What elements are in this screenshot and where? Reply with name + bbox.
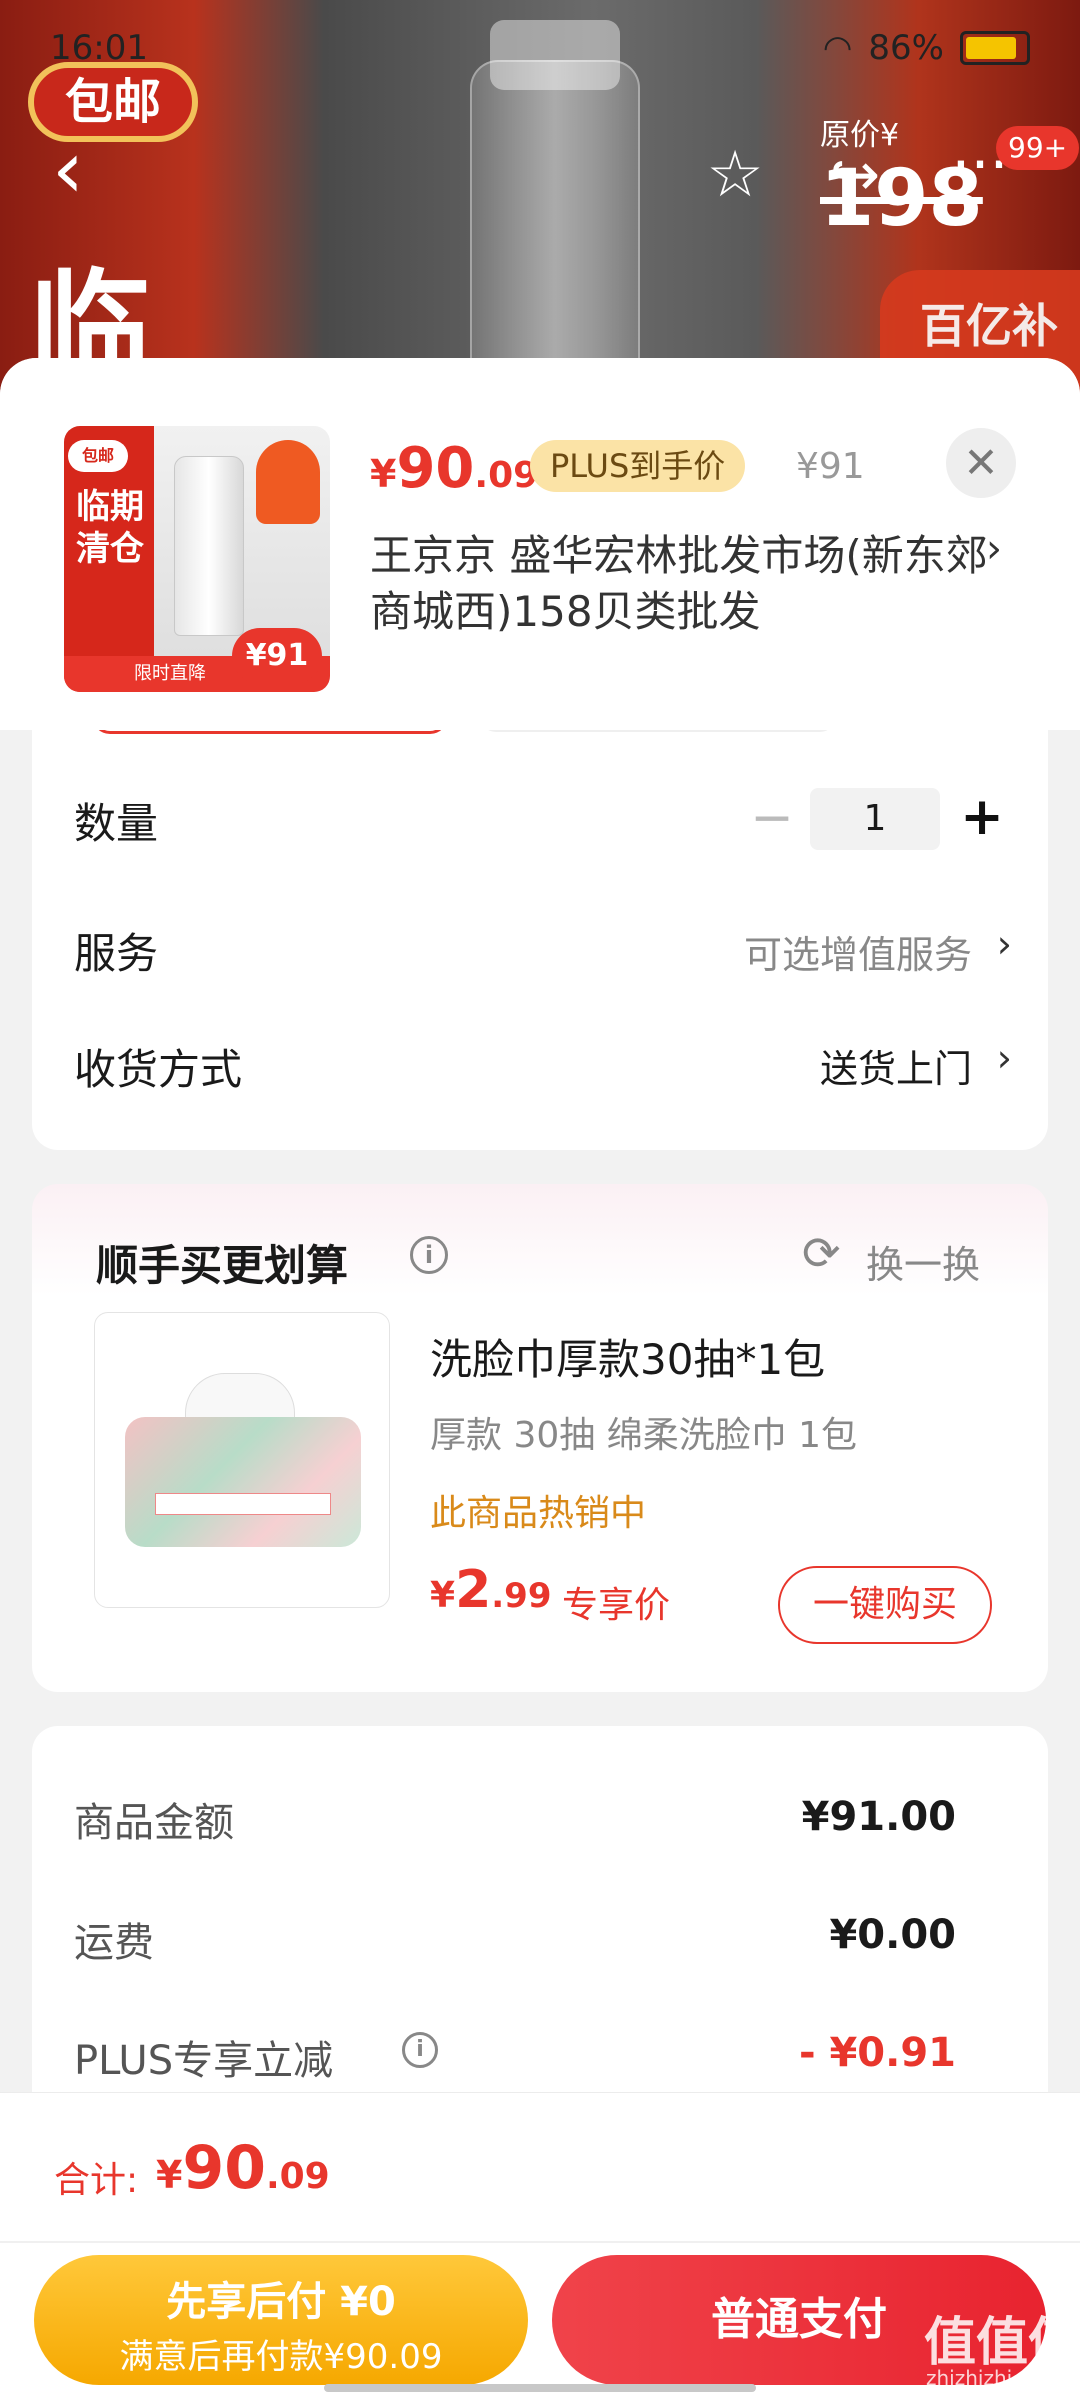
- pay-later-button[interactable]: 先享后付 ¥0 满意后再付款¥90.09: [34, 2255, 528, 2385]
- thumb-price-badge: ¥91: [232, 628, 322, 684]
- addon-price-tag: 专享价: [562, 1585, 671, 1626]
- bottle-image: [470, 60, 640, 380]
- divider: [0, 2241, 1080, 2243]
- shipping-label: 运费: [74, 1920, 154, 1966]
- total-yen: ¥: [156, 2153, 183, 2197]
- tissue-label-band: [155, 1493, 331, 1515]
- addon-product-image[interactable]: [94, 1312, 390, 1608]
- info-icon[interactable]: i: [402, 2032, 438, 2068]
- refresh-icon[interactable]: ⟳: [802, 1226, 841, 1280]
- status-bar: 16:01 ◠ 86%: [0, 0, 1080, 100]
- price-yen: ¥: [370, 452, 397, 496]
- thumb-clearance-text: 临期清仓: [76, 487, 144, 569]
- total-label: 合计:: [54, 2160, 139, 2201]
- delivery-label: 收货方式: [74, 1045, 243, 1094]
- plus-discount-label: PLUS专享立减: [74, 2038, 334, 2084]
- total-dec: .09: [265, 2156, 330, 2197]
- addon-title: 顺手买更划算: [96, 1241, 349, 1290]
- wifi-icon: ◠: [822, 28, 853, 68]
- options-card: 数量 − 1 + 服务 可选增值服务 › 收货方式 送货上门 ›: [32, 678, 1048, 1150]
- close-button[interactable]: ✕: [946, 428, 1016, 498]
- pay-later-title: 先享后付 ¥0: [166, 2279, 396, 2325]
- plus-price: ¥90.09: [370, 436, 538, 501]
- checkout-bar: 合计: ¥90.09 先享后付 ¥0 满意后再付款¥90.09 普通支付: [0, 2092, 1080, 2400]
- sheet-header: 包邮 临期清仓 限时直降 ¥91 ¥90.09 PLUS到手价 ¥91 ✕ 王京…: [0, 358, 1080, 730]
- quantity-input[interactable]: 1: [810, 788, 940, 850]
- addon-price-int: 2: [455, 1560, 492, 1620]
- service-label: 服务: [74, 929, 159, 978]
- thumb-flame-badge: [256, 440, 320, 524]
- product-thumbnail[interactable]: 包邮 临期清仓 限时直降 ¥91: [64, 426, 330, 692]
- watermark-url: zhizhizhi.com: [926, 2366, 1062, 2390]
- share-icon[interactable]: ↪: [820, 140, 890, 210]
- addon-price: ¥2.99: [430, 1560, 551, 1620]
- shop-name-link[interactable]: 王京京 盛华宏林批发市场(新东郊商城西)158贝类批发: [370, 528, 990, 640]
- addon-hot-label: 此商品热销中: [430, 1493, 647, 1534]
- chevron-right-icon[interactable]: ›: [986, 526, 1002, 572]
- home-indicator[interactable]: [324, 2384, 756, 2392]
- shipping-value: ¥0.00: [829, 1912, 956, 1958]
- service-value[interactable]: 可选增值服务: [744, 924, 972, 979]
- quantity-label: 数量: [74, 799, 159, 848]
- addon-price-yen: ¥: [430, 1575, 456, 1616]
- battery-icon: [960, 31, 1030, 65]
- thumb-shipping-tag: 包邮: [68, 440, 128, 472]
- back-arrow-icon[interactable]: ‹: [52, 130, 112, 210]
- fee-summary-card: 商品金额 ¥91.00 运费 ¥0.00 PLUS专享立减 i - ¥0.91: [32, 1726, 1048, 2126]
- addon-price-dec: .99: [491, 1576, 552, 1616]
- total-price: ¥90.09: [156, 2133, 330, 2203]
- goods-amount-label: 商品金额: [74, 1800, 234, 1846]
- status-time: 16:01: [50, 28, 148, 68]
- addon-card: 顺手买更划算 i ⟳ 换一换 洗脸巾厚款30抽*1包 厚款 30抽 绵柔洗脸巾 …: [32, 1184, 1048, 1692]
- plus-price-tag: PLUS到手价: [530, 440, 746, 492]
- favorite-star-icon[interactable]: ☆: [700, 140, 770, 210]
- total-int: 90: [182, 2133, 266, 2203]
- tissue-pack-image: [125, 1417, 361, 1547]
- delivery-value[interactable]: 送货上门: [820, 1038, 972, 1093]
- addon-product-desc: 厚款 30抽 绵柔洗脸巾 1包: [430, 1415, 858, 1456]
- addon-product-name[interactable]: 洗脸巾厚款30抽*1包: [430, 1326, 825, 1387]
- regular-price: ¥91: [796, 446, 865, 487]
- goods-amount-value: ¥91.00: [801, 1794, 956, 1840]
- info-icon[interactable]: i: [410, 1236, 448, 1274]
- refresh-button[interactable]: 换一换: [866, 1234, 980, 1289]
- one-click-buy-button[interactable]: 一键购买: [778, 1566, 992, 1644]
- message-count-badge: 99+: [996, 126, 1080, 170]
- chevron-right-icon[interactable]: ›: [997, 1036, 1012, 1080]
- quantity-decrease-button[interactable]: −: [742, 788, 802, 848]
- status-icons: ◠ 86%: [823, 28, 1030, 68]
- watermark-logo: 值值值: [924, 2313, 1080, 2373]
- price-int: 90: [396, 436, 475, 501]
- thumb-bottle-image: [174, 456, 244, 636]
- plus-discount-value: - ¥0.91: [798, 2030, 956, 2076]
- quantity-increase-button[interactable]: +: [952, 786, 1012, 848]
- chevron-right-icon[interactable]: ›: [997, 922, 1012, 966]
- pay-later-subtitle: 满意后再付款¥90.09: [119, 2337, 443, 2377]
- battery-percent: 86%: [868, 28, 944, 68]
- price-dec: .09: [474, 455, 539, 496]
